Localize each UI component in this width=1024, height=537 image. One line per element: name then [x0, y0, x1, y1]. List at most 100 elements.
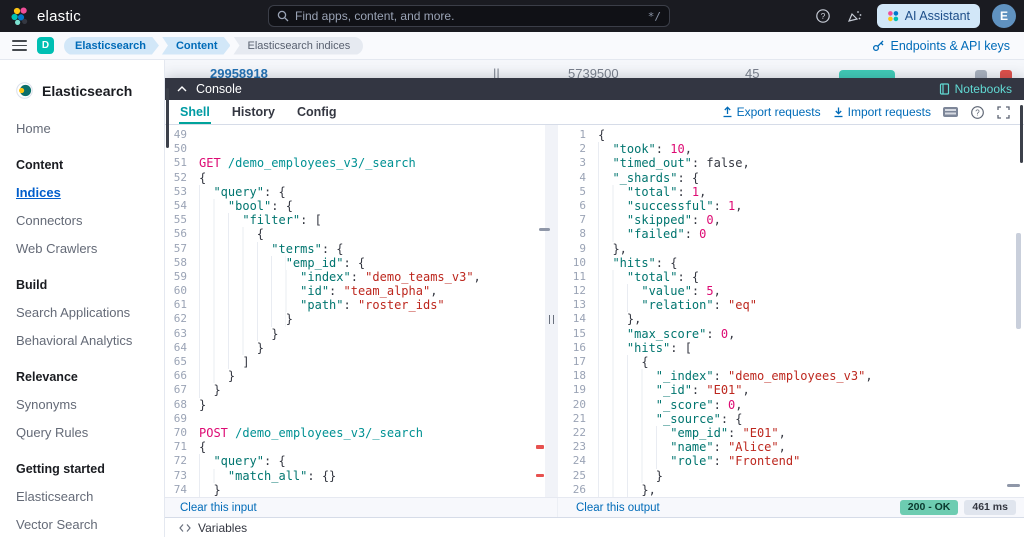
response-code-line[interactable]: 4"_shards": {: [558, 171, 1024, 185]
request-code-line[interactable]: 65]: [165, 355, 545, 369]
background-delete-icon[interactable]: [1000, 70, 1012, 78]
response-code-line[interactable]: 23"name": "Alice",: [558, 440, 1024, 454]
request-code-line[interactable]: 60"id": "team_alpha",: [165, 284, 545, 298]
response-code-line[interactable]: 5"total": 1,: [558, 185, 1024, 199]
clear-input-link[interactable]: Clear this input: [180, 502, 257, 514]
deployment-badge[interactable]: D: [37, 37, 54, 54]
pane-resizer[interactable]: [545, 125, 558, 497]
sidebar-item-home[interactable]: Home: [16, 121, 164, 136]
request-code-line[interactable]: 74}: [165, 483, 545, 497]
request-code-line[interactable]: 50: [165, 142, 545, 156]
response-output[interactable]: 1{2"took": 10,3"timed_out": false,4"_sha…: [558, 125, 1024, 497]
request-code-line[interactable]: 54"bool": {: [165, 199, 545, 213]
response-code-line[interactable]: 15"max_score": 0,: [558, 327, 1024, 341]
response-code-line[interactable]: 13"relation": "eq": [558, 298, 1024, 312]
endpoints-api-keys-link[interactable]: Endpoints & API keys: [872, 39, 1010, 53]
response-code-line[interactable]: 3"timed_out": false,: [558, 156, 1024, 170]
response-code-line[interactable]: 18"_index": "demo_employees_v3",: [558, 369, 1024, 383]
response-code-line[interactable]: 7"skipped": 0,: [558, 213, 1024, 227]
breadcrumb-item[interactable]: Content: [162, 37, 231, 55]
response-code-line[interactable]: 12"value": 5,: [558, 284, 1024, 298]
output-scrollbar-thumb[interactable]: [1016, 233, 1021, 329]
response-code-line[interactable]: 20"_score": 0,: [558, 398, 1024, 412]
user-avatar[interactable]: E: [992, 4, 1016, 28]
request-code-line[interactable]: 68}: [165, 398, 545, 412]
code-token: /demo_employees_v3/_search: [235, 426, 423, 440]
tab-shell[interactable]: Shell: [169, 100, 221, 124]
request-code-line[interactable]: 58"emp_id": {: [165, 256, 545, 270]
request-code-line[interactable]: 66}: [165, 369, 545, 383]
sidebar-item-elasticsearch[interactable]: Elasticsearch: [16, 489, 164, 504]
response-code-line[interactable]: 22"emp_id": "E01",: [558, 426, 1024, 440]
request-code-line[interactable]: 56{: [165, 227, 545, 241]
elastic-home-link[interactable]: elastic: [10, 6, 81, 26]
sidebar-item-indices[interactable]: Indices: [16, 185, 164, 200]
indent-guides: [598, 383, 656, 397]
keyboard-shortcuts-button[interactable]: [943, 107, 958, 117]
response-code-line[interactable]: 14},: [558, 312, 1024, 326]
newsfeed-button[interactable]: [845, 6, 865, 26]
request-code-line[interactable]: 59"index": "demo_teams_v3",: [165, 270, 545, 284]
response-code-line[interactable]: 21"_source": {: [558, 412, 1024, 426]
fullscreen-button[interactable]: [997, 106, 1010, 119]
response-code-line[interactable]: 26},: [558, 483, 1024, 497]
background-refresh-icon[interactable]: [975, 70, 987, 78]
response-code-line[interactable]: 6"successful": 1,: [558, 199, 1024, 213]
request-code-line[interactable]: 71{: [165, 440, 545, 454]
request-code-line[interactable]: 49: [165, 128, 545, 142]
sidebar-item-vector-search[interactable]: Vector Search: [16, 517, 164, 532]
editor-scrollbar-thumb[interactable]: [539, 228, 550, 231]
request-code-line[interactable]: 62}: [165, 312, 545, 326]
request-code-line[interactable]: 69: [165, 412, 545, 426]
notebooks-link[interactable]: Notebooks: [939, 82, 1012, 96]
response-code-line[interactable]: 25}: [558, 469, 1024, 483]
global-search-input[interactable]: Find apps, content, and more. */: [268, 5, 670, 27]
console-help-button[interactable]: ?: [970, 105, 985, 120]
request-code-line[interactable]: 57"terms": {: [165, 242, 545, 256]
menu-button[interactable]: [12, 40, 27, 50]
request-code-line[interactable]: 64}: [165, 341, 545, 355]
variables-accordion[interactable]: Variables: [165, 517, 1024, 537]
sidebar-item-web-crawlers[interactable]: Web Crawlers: [16, 241, 164, 256]
breadcrumb-item[interactable]: Elasticsearch indices: [233, 37, 363, 55]
sidebar-item-synonyms[interactable]: Synonyms: [16, 397, 164, 412]
request-code-line[interactable]: 63}: [165, 327, 545, 341]
request-code-line[interactable]: 51GET /demo_employees_v3/_search: [165, 156, 545, 170]
response-code-line[interactable]: 1{: [558, 128, 1024, 142]
response-code-line[interactable]: 10"hits": {: [558, 256, 1024, 270]
breadcrumb-item[interactable]: Elasticsearch: [64, 37, 159, 55]
request-editor[interactable]: 495051GET /demo_employees_v3/_search52{5…: [165, 125, 545, 497]
page-scrollbar-left-thumb[interactable]: [166, 88, 169, 148]
request-code-line[interactable]: 55"filter": [: [165, 213, 545, 227]
response-code-line[interactable]: 11"total": {: [558, 270, 1024, 284]
request-code-line[interactable]: 53"query": {: [165, 185, 545, 199]
request-code-line[interactable]: 72"query": {: [165, 454, 545, 468]
response-code-line[interactable]: 17{: [558, 355, 1024, 369]
output-hscrollbar-thumb[interactable]: [1007, 484, 1020, 487]
request-code-line[interactable]: 52{: [165, 171, 545, 185]
sidebar-item-behavioral-analytics[interactable]: Behavioral Analytics: [16, 333, 164, 348]
tab-config[interactable]: Config: [286, 100, 348, 124]
export-requests-button[interactable]: Export requests: [722, 105, 821, 119]
request-code-line[interactable]: 73"match_all": {}: [165, 469, 545, 483]
request-code-line[interactable]: 61"path": "roster_ids": [165, 298, 545, 312]
clear-output-link[interactable]: Clear this output: [576, 502, 660, 514]
console-header[interactable]: Console Notebooks: [165, 78, 1024, 100]
sidebar-item-search-applications[interactable]: Search Applications: [16, 305, 164, 320]
request-code-line[interactable]: 70POST /demo_employees_v3/_search: [165, 426, 545, 440]
response-code-line[interactable]: 9},: [558, 242, 1024, 256]
help-button[interactable]: ?: [813, 6, 833, 26]
response-code-line[interactable]: 8"failed": 0: [558, 227, 1024, 241]
page-scrollbar-right-thumb[interactable]: [1020, 105, 1023, 163]
tab-history[interactable]: History: [221, 100, 286, 124]
response-code-line[interactable]: 16"hits": [: [558, 341, 1024, 355]
sidebar-item-connectors[interactable]: Connectors: [16, 213, 164, 228]
background-action-button[interactable]: [839, 70, 895, 78]
sidebar-item-query-rules[interactable]: Query Rules: [16, 425, 164, 440]
ai-assistant-button[interactable]: AI Assistant: [877, 4, 980, 28]
request-code-line[interactable]: 67}: [165, 383, 545, 397]
import-requests-button[interactable]: Import requests: [833, 105, 931, 119]
response-code-line[interactable]: 24"role": "Frontend": [558, 454, 1024, 468]
response-code-line[interactable]: 19"_id": "E01",: [558, 383, 1024, 397]
response-code-line[interactable]: 2"took": 10,: [558, 142, 1024, 156]
